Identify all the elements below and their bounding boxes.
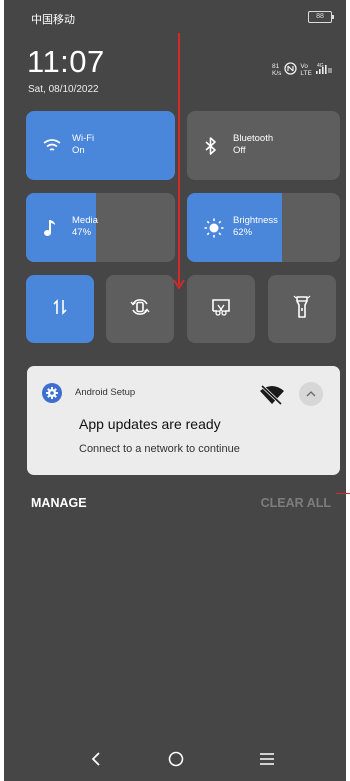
brightness-slider[interactable]: Brightness 62%: [187, 193, 340, 262]
auto-rotate-icon: [129, 296, 151, 323]
wifi-state: On: [72, 145, 85, 156]
screenshot-icon: [211, 297, 231, 322]
media-volume-slider[interactable]: Media 47%: [26, 193, 175, 262]
manage-button[interactable]: MANAGE: [31, 496, 87, 510]
no-wifi-icon: [259, 384, 285, 410]
navigation-bar: [4, 735, 346, 781]
annotation-arrow: [173, 33, 185, 289]
wifi-tile[interactable]: Wi-Fi On: [26, 111, 175, 180]
network-speed: 81 K/s: [272, 63, 282, 77]
wifi-icon: [43, 111, 61, 180]
notification-card[interactable]: Android Setup App updates are ready Conn…: [27, 366, 340, 475]
brightness-level: 62%: [233, 227, 253, 238]
media-level: 47%: [72, 227, 92, 238]
clear-all-button[interactable]: CLEAR ALL: [261, 496, 331, 510]
signal-icon: 4G: [315, 62, 333, 77]
bluetooth-icon: [204, 111, 218, 180]
home-icon[interactable]: [164, 747, 188, 771]
status-bar: 中国移动 88: [4, 0, 346, 36]
flashlight-toggle[interactable]: [268, 275, 336, 343]
notification-shade: 中国移动 88 11:07 Sat, 08/10/2022 81 K/s Vo …: [4, 0, 346, 781]
annotation-line: [336, 493, 350, 494]
flashlight-icon: [293, 295, 311, 324]
bluetooth-tile[interactable]: Bluetooth Off: [187, 111, 340, 180]
expand-chevron-icon[interactable]: [299, 382, 323, 406]
clock: 11:07: [27, 44, 105, 79]
carrier-label: 中国移动: [31, 14, 75, 26]
recents-menu-icon[interactable]: [255, 747, 279, 771]
back-icon[interactable]: [84, 747, 108, 771]
bluetooth-label: Bluetooth: [233, 133, 274, 144]
notification-title: App updates are ready: [79, 416, 221, 432]
wifi-label: Wi-Fi: [72, 133, 95, 144]
screenshot-toggle[interactable]: [187, 275, 255, 343]
notification-app-name: Android Setup: [75, 387, 136, 398]
bluetooth-state: Off: [233, 145, 246, 156]
mobile-data-icon: [51, 298, 69, 321]
auto-rotate-toggle[interactable]: [106, 275, 174, 343]
brightness-label: Brightness: [233, 215, 278, 226]
music-note-icon: [43, 193, 57, 262]
volte-indicator: Vo LTE: [300, 63, 312, 77]
brightness-icon: [204, 193, 224, 262]
date-label: Sat, 08/10/2022: [28, 84, 99, 95]
battery-icon: 88: [308, 11, 334, 23]
nfc-icon: [284, 62, 298, 77]
settings-gear-icon: [42, 383, 62, 403]
mobile-data-toggle[interactable]: [26, 275, 94, 343]
media-label: Media: [72, 215, 98, 226]
notification-body: Connect to a network to continue: [79, 443, 240, 455]
system-icons: 81 K/s Vo LTE 4G: [272, 62, 333, 77]
